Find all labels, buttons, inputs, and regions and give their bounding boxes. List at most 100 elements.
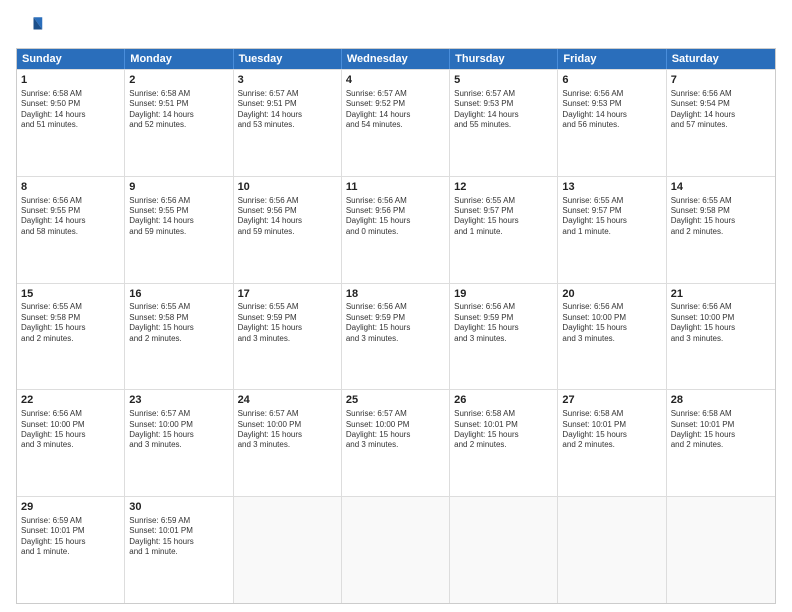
cell-info: Sunrise: 6:56 AM Sunset: 9:54 PM Dayligh… <box>671 89 771 131</box>
cell-info: Sunrise: 6:55 AM Sunset: 9:58 PM Dayligh… <box>21 302 120 344</box>
cell-info: Sunrise: 6:55 AM Sunset: 9:57 PM Dayligh… <box>454 196 553 238</box>
calendar-cell: 9Sunrise: 6:56 AM Sunset: 9:55 PM Daylig… <box>125 177 233 283</box>
calendar-cell <box>558 497 666 603</box>
day-number: 25 <box>346 393 445 408</box>
weekday-header: Friday <box>558 49 666 69</box>
cell-info: Sunrise: 6:56 AM Sunset: 10:00 PM Daylig… <box>671 302 771 344</box>
logo-icon <box>16 12 44 40</box>
calendar-cell: 14Sunrise: 6:55 AM Sunset: 9:58 PM Dayli… <box>667 177 775 283</box>
calendar-cell: 12Sunrise: 6:55 AM Sunset: 9:57 PM Dayli… <box>450 177 558 283</box>
calendar-cell: 17Sunrise: 6:55 AM Sunset: 9:59 PM Dayli… <box>234 284 342 390</box>
calendar-cell: 24Sunrise: 6:57 AM Sunset: 10:00 PM Dayl… <box>234 390 342 496</box>
weekday-header: Wednesday <box>342 49 450 69</box>
calendar: SundayMondayTuesdayWednesdayThursdayFrid… <box>16 48 776 604</box>
day-number: 12 <box>454 180 553 195</box>
cell-info: Sunrise: 6:56 AM Sunset: 9:56 PM Dayligh… <box>346 196 445 238</box>
weekday-header: Saturday <box>667 49 775 69</box>
calendar-cell: 7Sunrise: 6:56 AM Sunset: 9:54 PM Daylig… <box>667 70 775 176</box>
cell-info: Sunrise: 6:57 AM Sunset: 10:00 PM Daylig… <box>238 409 337 451</box>
cell-info: Sunrise: 6:58 AM Sunset: 10:01 PM Daylig… <box>562 409 661 451</box>
calendar-cell: 23Sunrise: 6:57 AM Sunset: 10:00 PM Dayl… <box>125 390 233 496</box>
day-number: 24 <box>238 393 337 408</box>
cell-info: Sunrise: 6:59 AM Sunset: 10:01 PM Daylig… <box>129 516 228 558</box>
weekday-header: Tuesday <box>234 49 342 69</box>
calendar-cell: 26Sunrise: 6:58 AM Sunset: 10:01 PM Dayl… <box>450 390 558 496</box>
cell-info: Sunrise: 6:59 AM Sunset: 10:01 PM Daylig… <box>21 516 120 558</box>
day-number: 7 <box>671 73 771 88</box>
calendar-cell: 10Sunrise: 6:56 AM Sunset: 9:56 PM Dayli… <box>234 177 342 283</box>
cell-info: Sunrise: 6:58 AM Sunset: 10:01 PM Daylig… <box>454 409 553 451</box>
calendar-cell <box>450 497 558 603</box>
calendar-row: 22Sunrise: 6:56 AM Sunset: 10:00 PM Dayl… <box>17 389 775 496</box>
day-number: 13 <box>562 180 661 195</box>
cell-info: Sunrise: 6:57 AM Sunset: 9:52 PM Dayligh… <box>346 89 445 131</box>
calendar-cell: 28Sunrise: 6:58 AM Sunset: 10:01 PM Dayl… <box>667 390 775 496</box>
calendar-cell: 19Sunrise: 6:56 AM Sunset: 9:59 PM Dayli… <box>450 284 558 390</box>
logo <box>16 12 48 40</box>
day-number: 15 <box>21 287 120 302</box>
weekday-header: Monday <box>125 49 233 69</box>
cell-info: Sunrise: 6:56 AM Sunset: 9:53 PM Dayligh… <box>562 89 661 131</box>
day-number: 3 <box>238 73 337 88</box>
day-number: 11 <box>346 180 445 195</box>
calendar-cell: 6Sunrise: 6:56 AM Sunset: 9:53 PM Daylig… <box>558 70 666 176</box>
calendar-row: 29Sunrise: 6:59 AM Sunset: 10:01 PM Dayl… <box>17 496 775 603</box>
day-number: 17 <box>238 287 337 302</box>
weekday-header: Sunday <box>17 49 125 69</box>
cell-info: Sunrise: 6:56 AM Sunset: 9:59 PM Dayligh… <box>454 302 553 344</box>
calendar-cell: 18Sunrise: 6:56 AM Sunset: 9:59 PM Dayli… <box>342 284 450 390</box>
day-number: 18 <box>346 287 445 302</box>
day-number: 26 <box>454 393 553 408</box>
day-number: 1 <box>21 73 120 88</box>
day-number: 20 <box>562 287 661 302</box>
day-number: 23 <box>129 393 228 408</box>
calendar-cell: 16Sunrise: 6:55 AM Sunset: 9:58 PM Dayli… <box>125 284 233 390</box>
cell-info: Sunrise: 6:56 AM Sunset: 9:59 PM Dayligh… <box>346 302 445 344</box>
cell-info: Sunrise: 6:56 AM Sunset: 10:00 PM Daylig… <box>21 409 120 451</box>
calendar-cell: 2Sunrise: 6:58 AM Sunset: 9:51 PM Daylig… <box>125 70 233 176</box>
calendar-cell: 20Sunrise: 6:56 AM Sunset: 10:00 PM Dayl… <box>558 284 666 390</box>
day-number: 21 <box>671 287 771 302</box>
cell-info: Sunrise: 6:58 AM Sunset: 10:01 PM Daylig… <box>671 409 771 451</box>
cell-info: Sunrise: 6:55 AM Sunset: 9:59 PM Dayligh… <box>238 302 337 344</box>
weekday-header: Thursday <box>450 49 558 69</box>
day-number: 2 <box>129 73 228 88</box>
calendar-cell: 3Sunrise: 6:57 AM Sunset: 9:51 PM Daylig… <box>234 70 342 176</box>
calendar-body: 1Sunrise: 6:58 AM Sunset: 9:50 PM Daylig… <box>17 69 775 603</box>
header <box>16 12 776 40</box>
cell-info: Sunrise: 6:56 AM Sunset: 9:56 PM Dayligh… <box>238 196 337 238</box>
calendar-cell: 29Sunrise: 6:59 AM Sunset: 10:01 PM Dayl… <box>17 497 125 603</box>
page: SundayMondayTuesdayWednesdayThursdayFrid… <box>0 0 792 612</box>
cell-info: Sunrise: 6:58 AM Sunset: 9:50 PM Dayligh… <box>21 89 120 131</box>
calendar-cell <box>234 497 342 603</box>
calendar-row: 8Sunrise: 6:56 AM Sunset: 9:55 PM Daylig… <box>17 176 775 283</box>
cell-info: Sunrise: 6:55 AM Sunset: 9:57 PM Dayligh… <box>562 196 661 238</box>
day-number: 4 <box>346 73 445 88</box>
day-number: 16 <box>129 287 228 302</box>
calendar-cell <box>342 497 450 603</box>
cell-info: Sunrise: 6:57 AM Sunset: 9:51 PM Dayligh… <box>238 89 337 131</box>
day-number: 27 <box>562 393 661 408</box>
calendar-row: 15Sunrise: 6:55 AM Sunset: 9:58 PM Dayli… <box>17 283 775 390</box>
day-number: 28 <box>671 393 771 408</box>
day-number: 22 <box>21 393 120 408</box>
day-number: 19 <box>454 287 553 302</box>
day-number: 14 <box>671 180 771 195</box>
calendar-cell: 13Sunrise: 6:55 AM Sunset: 9:57 PM Dayli… <box>558 177 666 283</box>
calendar-row: 1Sunrise: 6:58 AM Sunset: 9:50 PM Daylig… <box>17 69 775 176</box>
cell-info: Sunrise: 6:55 AM Sunset: 9:58 PM Dayligh… <box>129 302 228 344</box>
calendar-cell: 11Sunrise: 6:56 AM Sunset: 9:56 PM Dayli… <box>342 177 450 283</box>
calendar-header: SundayMondayTuesdayWednesdayThursdayFrid… <box>17 49 775 69</box>
calendar-cell: 1Sunrise: 6:58 AM Sunset: 9:50 PM Daylig… <box>17 70 125 176</box>
calendar-cell: 8Sunrise: 6:56 AM Sunset: 9:55 PM Daylig… <box>17 177 125 283</box>
cell-info: Sunrise: 6:57 AM Sunset: 10:00 PM Daylig… <box>129 409 228 451</box>
calendar-cell: 22Sunrise: 6:56 AM Sunset: 10:00 PM Dayl… <box>17 390 125 496</box>
day-number: 9 <box>129 180 228 195</box>
cell-info: Sunrise: 6:56 AM Sunset: 9:55 PM Dayligh… <box>21 196 120 238</box>
calendar-cell: 30Sunrise: 6:59 AM Sunset: 10:01 PM Dayl… <box>125 497 233 603</box>
day-number: 6 <box>562 73 661 88</box>
day-number: 10 <box>238 180 337 195</box>
calendar-cell: 21Sunrise: 6:56 AM Sunset: 10:00 PM Dayl… <box>667 284 775 390</box>
cell-info: Sunrise: 6:55 AM Sunset: 9:58 PM Dayligh… <box>671 196 771 238</box>
day-number: 30 <box>129 500 228 515</box>
